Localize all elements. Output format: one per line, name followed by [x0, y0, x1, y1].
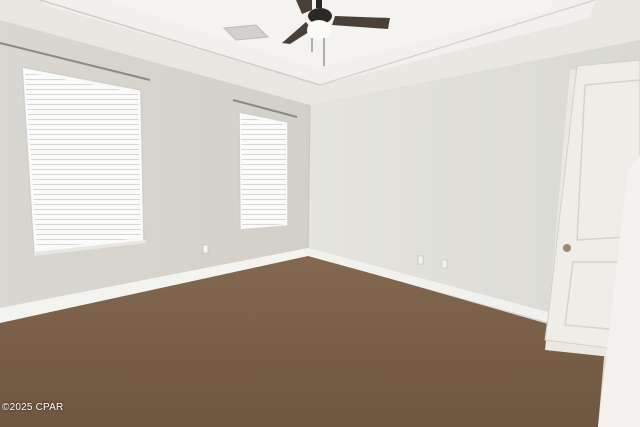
watermark-text: ©2025 CPAR: [2, 402, 64, 413]
outlet-icon: [202, 244, 209, 254]
window-blinds-1: [25, 72, 141, 249]
room-illustration: [0, 0, 640, 427]
room-photo: ©2025 CPAR: [0, 0, 640, 427]
outlet-icon: [441, 259, 448, 269]
door-knob-icon: [563, 244, 571, 252]
window-blinds-2: [241, 116, 286, 228]
outlet-icon: [417, 255, 424, 265]
